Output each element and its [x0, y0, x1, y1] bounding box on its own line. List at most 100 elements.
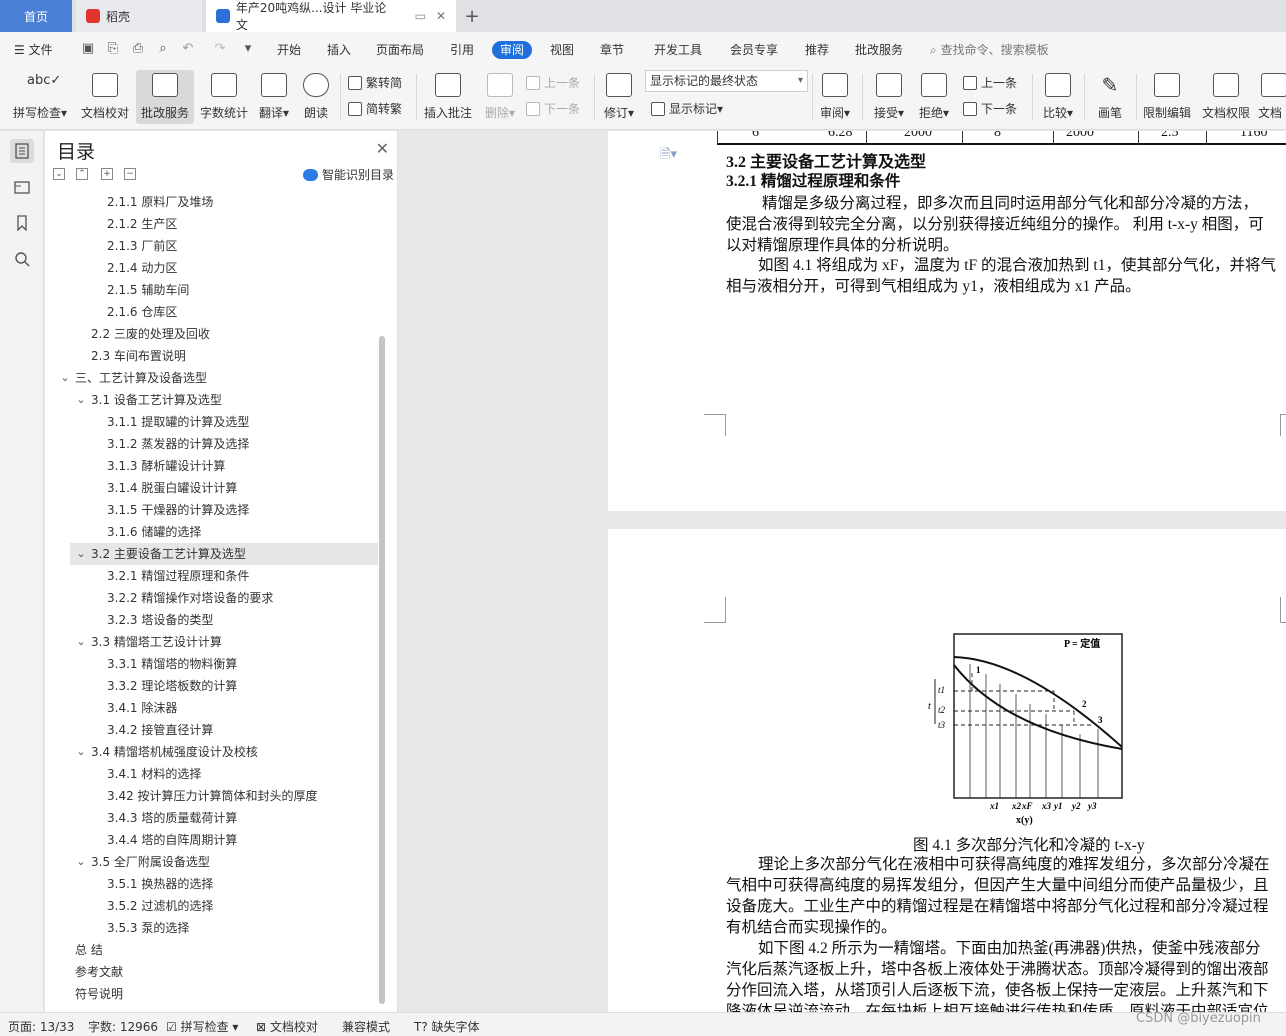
chevron-down-icon[interactable]: ⌄ — [75, 389, 87, 411]
translate-button[interactable]: 翻译▾ — [254, 70, 294, 124]
undo-icon[interactable]: ↶ — [180, 41, 196, 57]
menu-review-service[interactable]: 批改服务 — [855, 41, 903, 59]
markup-state-select[interactable]: 显示标记的最终状态 ▾ — [645, 70, 808, 92]
toc-item[interactable]: 3.4.1 除沫器 — [107, 697, 177, 719]
redo-icon[interactable]: ↷ — [212, 41, 228, 57]
toc-item[interactable]: 2.1.4 动力区 — [107, 257, 177, 279]
add-heading-icon[interactable]: + — [101, 168, 113, 180]
menu-section[interactable]: 章节 — [600, 41, 624, 59]
insert-comment-button[interactable]: 插入批注 — [420, 70, 476, 124]
page-indicator[interactable]: 页面: 13/33 — [8, 1018, 74, 1035]
toc-item[interactable]: 3.4.3 塔的质量载荷计算 — [107, 807, 237, 829]
toc-item[interactable]: ⌄ 3.3 精馏塔工艺设计计算 — [76, 631, 222, 653]
menu-review[interactable]: 审阅 — [492, 41, 533, 59]
chevron-down-icon[interactable]: ⌄ — [59, 367, 71, 389]
toc-item[interactable]: ⌄ 3.5 全厂附属设备选型 — [76, 851, 210, 873]
tab-home[interactable]: 首页 — [0, 0, 72, 32]
file-menu[interactable]: ☰ 文件 — [14, 41, 53, 59]
delete-comment-button[interactable]: 删除▾ — [480, 70, 520, 124]
remove-heading-icon[interactable]: − — [124, 168, 136, 180]
review-service-button[interactable]: 批改服务 — [136, 70, 194, 124]
toc-item[interactable]: 3.1.3 酵析罐设计计算 — [107, 455, 225, 477]
pen-button[interactable]: ✎ 画笔 — [1090, 70, 1130, 124]
word-count-button[interactable]: 字数统计 — [196, 70, 252, 124]
smart-toc-button[interactable]: 智能识别目录 — [303, 166, 394, 183]
toc-item[interactable]: 3.1.6 储罐的选择 — [107, 521, 201, 543]
menu-member[interactable]: 会员专享 — [730, 41, 778, 59]
simp-to-trad-button[interactable]: 简转繁 — [348, 100, 402, 117]
toc-item[interactable]: 3.4.1 材料的选择 — [107, 763, 201, 785]
print-preview-icon[interactable]: ⌕ — [155, 41, 171, 57]
toc-item[interactable]: 2.1.3 厂前区 — [107, 235, 177, 257]
new-tab-button[interactable]: + — [458, 0, 486, 32]
menu-view[interactable]: 视图 — [550, 41, 574, 59]
toc-item[interactable]: 3.2.2 精馏操作对塔设备的要求 — [107, 587, 273, 609]
next-comment-button[interactable]: 下一条 — [526, 100, 580, 117]
toc-scrollbar[interactable] — [379, 336, 385, 1004]
toc-item[interactable]: 3.4.2 接管直径计算 — [107, 719, 213, 741]
toc-item[interactable]: 2.3 车间布置说明 — [91, 345, 186, 367]
word-count-indicator[interactable]: 字数: 12966 — [88, 1018, 158, 1035]
toc-item[interactable]: ⌄ 三、工艺计算及设备选型 — [60, 367, 207, 389]
menu-insert[interactable]: 插入 — [327, 41, 351, 59]
track-changes-button[interactable]: 修订▾ — [600, 70, 638, 124]
menu-developer[interactable]: 开发工具 — [654, 41, 702, 59]
close-icon[interactable]: ✕ — [376, 139, 389, 158]
toc-item[interactable]: 3.42 按计算压力计算筒体和封头的厚度 — [107, 785, 318, 807]
missing-font-status[interactable]: T? 缺失字体 — [414, 1018, 480, 1035]
search-icon[interactable] — [10, 247, 34, 271]
toc-item[interactable]: 符号说明 — [75, 983, 123, 1005]
toc-item[interactable]: 参考文献 — [75, 961, 123, 983]
trad-to-simp-button[interactable]: 繁转简 — [348, 74, 402, 91]
toc-item[interactable]: 总 结 — [75, 939, 103, 961]
toc-item[interactable]: 3.1.2 蒸发器的计算及选择 — [107, 433, 249, 455]
compare-button[interactable]: 比较▾ — [1038, 70, 1078, 124]
toc-item[interactable]: ⌄ 3.2 主要设备工艺计算及选型 — [76, 543, 246, 565]
chapter-nav-icon[interactable] — [10, 175, 34, 199]
bookmark-icon[interactable] — [10, 211, 34, 235]
read-aloud-button[interactable]: 朗读 — [298, 70, 334, 124]
doc-proof-status[interactable]: ⊠ 文档校对 — [256, 1018, 318, 1035]
prev-change-button[interactable]: 上一条 — [963, 74, 1017, 91]
toc-item[interactable]: 3.5.1 换热器的选择 — [107, 873, 213, 895]
chevron-down-icon[interactable]: ⌄ — [75, 543, 87, 565]
chevron-down-icon[interactable]: ⌄ — [75, 851, 87, 873]
menu-page-layout[interactable]: 页面布局 — [376, 41, 424, 59]
show-markup-button[interactable]: 显示标记 ▾ — [651, 100, 723, 117]
toc-item[interactable]: 2.1.5 辅助车间 — [107, 279, 189, 301]
toc-item[interactable]: 3.5.3 泵的选择 — [107, 917, 189, 939]
toc-item[interactable]: 2.1.2 生产区 — [107, 213, 177, 235]
command-search[interactable]: ⌕ 查找命令、搜索模板 — [930, 41, 1049, 59]
menu-recommend[interactable]: 推荐 — [805, 41, 829, 59]
toc-item[interactable]: 3.1.5 干燥器的计算及选择 — [107, 499, 249, 521]
toc-item[interactable]: 2.1.6 仓库区 — [107, 301, 177, 323]
toc-item[interactable]: 2.2 三废的处理及回收 — [91, 323, 210, 345]
doc-permission-button[interactable]: 文档权限 — [1198, 70, 1254, 124]
chevron-down-icon[interactable]: ⌄ — [75, 741, 87, 763]
next-change-button[interactable]: 下一条 — [963, 100, 1017, 117]
menu-references[interactable]: 引用 — [450, 41, 474, 59]
paragraph-marker-icon[interactable]: 🗎▾ — [660, 145, 677, 167]
spell-check-button[interactable]: abc✓ 拼写检查▾ — [8, 70, 72, 124]
expand-all-icon[interactable]: ⌄ — [53, 168, 65, 180]
toc-pane-icon[interactable] — [10, 139, 34, 163]
menu-start[interactable]: 开始 — [277, 41, 301, 59]
toc-item[interactable]: ⌄ 3.4 精馏塔机械强度设计及校核 — [76, 741, 258, 763]
spell-check-status[interactable]: ☑ 拼写检查 ▾ — [166, 1018, 238, 1035]
toc-item[interactable]: 3.2.3 塔设备的类型 — [107, 609, 213, 631]
review-pane-button[interactable]: 审阅▾ — [816, 70, 854, 124]
save-icon[interactable]: ▣ — [80, 41, 96, 57]
collapse-all-icon[interactable]: ⌃ — [76, 168, 88, 180]
accept-button[interactable]: 接受▾ — [870, 70, 908, 124]
toc-item[interactable]: 3.3.2 理论塔板数的计算 — [107, 675, 237, 697]
doc-proof-button[interactable]: 文档校对 — [76, 70, 134, 124]
toc-item[interactable]: 3.3.1 精馏塔的物料衡算 — [107, 653, 237, 675]
toc-item[interactable]: 3.5.2 过滤机的选择 — [107, 895, 213, 917]
toc-item[interactable]: 3.4.4 塔的自阵周期计算 — [107, 829, 237, 851]
export-pdf-icon[interactable]: ⎘ — [105, 41, 121, 57]
restrict-edit-button[interactable]: 限制编辑 — [1140, 70, 1194, 124]
chevron-down-icon[interactable]: ⌄ — [75, 631, 87, 653]
close-tab-icon[interactable]: ✕ — [436, 9, 446, 23]
toc-item[interactable]: 3.1.1 提取罐的计算及选型 — [107, 411, 249, 433]
toc-item[interactable]: 3.2.1 精馏过程原理和条件 — [107, 565, 249, 587]
